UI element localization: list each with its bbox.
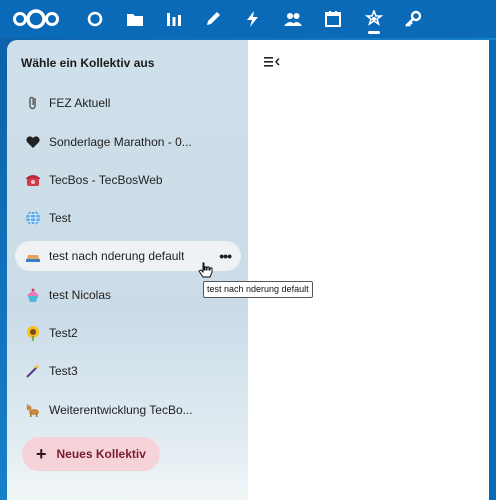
- magic-wand-icon: [23, 361, 43, 381]
- collective-item-test2[interactable]: Test2: [15, 318, 241, 348]
- collective-item-fez-aktuell[interactable]: FEZ Aktuell: [15, 88, 241, 118]
- collective-label: Test3: [49, 364, 78, 378]
- contacts-icon[interactable]: [282, 8, 304, 30]
- window-edge: [489, 40, 496, 500]
- paperclip-icon: [23, 93, 43, 113]
- notes-pencil-icon[interactable]: [202, 8, 224, 30]
- black-heart-icon: [23, 132, 43, 152]
- dashboard-icon[interactable]: [84, 8, 106, 30]
- sunflower-icon: [23, 323, 43, 343]
- flash-icon[interactable]: [242, 8, 264, 30]
- dog-icon: [23, 400, 43, 420]
- ship-icon: [23, 246, 43, 266]
- collective-label: Sonderlage Marathon - 0...: [49, 135, 192, 149]
- files-icon[interactable]: [124, 8, 146, 30]
- plus-icon: +: [36, 443, 47, 464]
- collective-label: FEZ Aktuell: [49, 96, 111, 110]
- cupcake-icon: [23, 285, 43, 305]
- passwords-key-icon[interactable]: [402, 8, 424, 30]
- sidebar-title: Wähle ein Kollektiv aus: [21, 56, 155, 70]
- collective-label: Test2: [49, 326, 78, 340]
- more-actions-icon[interactable]: •••: [219, 248, 232, 264]
- new-collective-button[interactable]: + Neues Kollektiv: [22, 437, 160, 471]
- active-app-indicator: [368, 31, 380, 34]
- main-content: [248, 40, 489, 500]
- collective-item-test3[interactable]: Test3: [15, 356, 241, 386]
- calendar-icon[interactable]: [322, 8, 344, 30]
- nextcloud-logo-icon[interactable]: [12, 7, 60, 31]
- toggle-sidebar-icon[interactable]: [264, 55, 280, 69]
- top-navigation-bar: [0, 0, 496, 38]
- collective-label: Weiterentwicklung TecBo...: [49, 403, 193, 417]
- collective-label: TecBos - TecBosWeb: [49, 173, 163, 187]
- collectives-icon[interactable]: [363, 8, 385, 30]
- collective-item-sonderlage-marathon[interactable]: Sonderlage Marathon - 0...: [15, 127, 241, 157]
- collective-label: test nach nderung default: [49, 249, 185, 263]
- telephone-icon: [23, 170, 43, 190]
- collective-label: Test: [49, 211, 72, 225]
- hand-cursor-icon: [198, 262, 214, 282]
- collective-item-test[interactable]: Test: [15, 203, 241, 233]
- item-tooltip: test nach nderung default: [203, 281, 313, 298]
- new-collective-label: Neues Kollektiv: [56, 447, 146, 461]
- activity-chart-icon[interactable]: [163, 8, 185, 30]
- globe-icon: [23, 208, 43, 228]
- collective-label: test Nicolas: [49, 288, 112, 302]
- collective-item-tecbos-tecbosweb[interactable]: TecBos - TecBosWeb: [15, 165, 241, 195]
- collective-item-weiterentwicklung-tecbos[interactable]: Weiterentwicklung TecBo...: [15, 395, 241, 425]
